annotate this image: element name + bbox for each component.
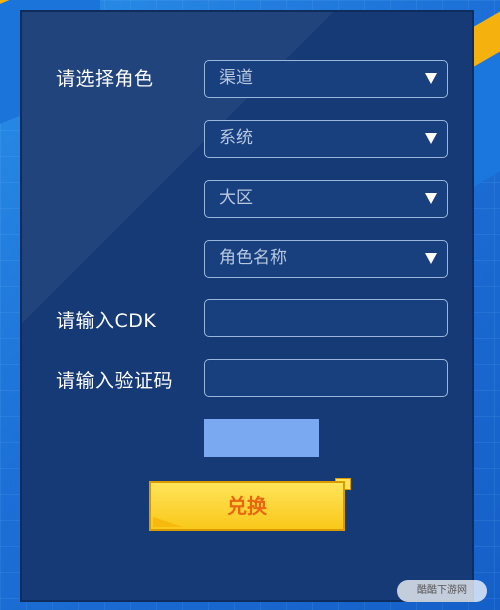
role-name-select[interactable]: 角色名称 <box>204 240 448 278</box>
caret-down-icon <box>425 253 437 264</box>
channel-select-value: 渠道 <box>219 68 253 88</box>
redeem-panel: 请选择角色 渠道 系统 大区 角色名称 请输入CDK 请输入验证码 兑换 <box>20 10 474 602</box>
region-select-value: 大区 <box>219 188 253 208</box>
redeem-button[interactable]: 兑换 <box>149 481 345 531</box>
caret-down-icon <box>425 133 437 144</box>
cdk-input[interactable] <box>204 299 448 337</box>
captcha-input[interactable] <box>204 359 448 397</box>
captcha-image[interactable] <box>204 419 319 457</box>
channel-select[interactable]: 渠道 <box>204 60 448 98</box>
cdk-label: 请输入CDK <box>56 310 157 332</box>
watermark-badge: 酷酷下游网 <box>397 580 487 602</box>
captcha-label: 请输入验证码 <box>56 370 174 392</box>
region-select[interactable]: 大区 <box>204 180 448 218</box>
system-select[interactable]: 系统 <box>204 120 448 158</box>
select-role-label: 请选择角色 <box>56 68 154 90</box>
role-name-select-value: 角色名称 <box>219 248 287 268</box>
caret-down-icon <box>425 73 437 84</box>
system-select-value: 系统 <box>219 128 253 148</box>
caret-down-icon <box>425 193 437 204</box>
